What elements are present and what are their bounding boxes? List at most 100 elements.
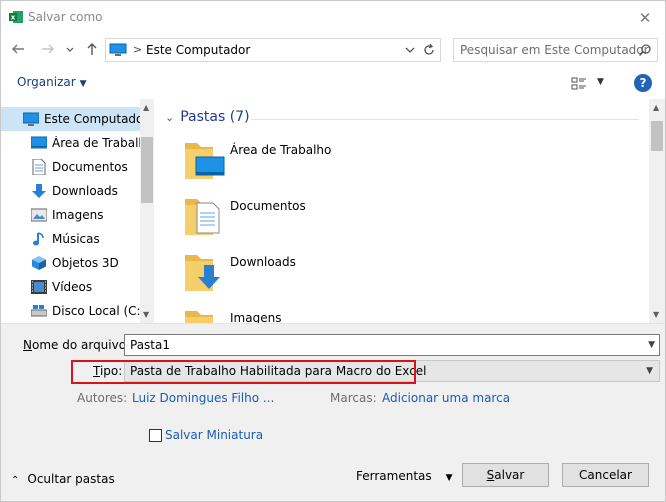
nav-item-label: Disco Local (C:) [52,304,146,318]
downloads-folder-icon [185,255,220,291]
images-folder-icon [185,311,213,323]
filename-value: Pasta1 [130,338,170,352]
organize-menu[interactable]: Organizar ▼ [17,75,87,89]
download-icon [32,184,46,198]
command-bar: Organizar ▼ ▼ ? [1,69,665,99]
nav-item-images[interactable]: Imagens [1,203,141,227]
nav-item-documents[interactable]: Documentos [1,155,141,179]
search-input[interactable]: Pesquisar em Este Computador [453,38,658,62]
nav-item-local-disk[interactable]: Disco Local (C:) [1,299,145,323]
filename-field[interactable]: Pasta1 ▼ [124,334,660,356]
nav-item-desktop[interactable]: Área de Trabalho [1,131,141,155]
excel-icon: x [9,11,23,23]
folder-item-downloads[interactable]: Downloads [183,251,483,301]
chevron-down-icon: ⌄ [165,111,175,124]
nav-item-3d-objects[interactable]: Objetos 3D [1,251,141,275]
refresh-icon[interactable] [421,42,437,58]
folder-item-desktop[interactable]: Área de Trabalho [183,139,483,189]
authors-label: Autores: [77,391,128,405]
close-button[interactable]: ✕ [633,7,657,29]
nav-item-music[interactable]: Músicas [1,227,141,251]
navigation-pane: Este Computador Área de Trabalho Documen… [1,99,154,323]
folder-label: Downloads [230,255,296,269]
save-thumbnail-checkbox[interactable] [149,429,162,442]
address-bar[interactable]: > Este Computador [105,38,441,62]
hide-folders-label: Ocultar pastas [27,472,115,486]
nav-item-label: Downloads [52,184,118,198]
file-list-pane: ⌄ Pastas (7) Área de Trabalho Documentos [155,99,649,323]
tags-value[interactable]: Adicionar uma marca [382,391,510,405]
nav-item-videos[interactable]: Vídeos [1,275,141,299]
nav-item-label: Documentos [52,160,128,174]
organize-label: Organizar [17,75,76,89]
view-caret-down-icon[interactable]: ▼ [597,77,604,87]
folder-label: Documentos [230,199,306,213]
highlight-box [71,360,416,384]
scroll-down-icon[interactable]: ▼ [143,310,149,319]
group-divider [251,119,639,120]
chevron-down-icon[interactable]: ▼ [646,366,653,376]
nav-item-label: Imagens [52,208,104,222]
music-icon [33,232,44,246]
save-button[interactable]: Salvar [462,463,549,487]
recent-dropdown-icon[interactable] [65,41,75,57]
nav-item-downloads[interactable]: Downloads [1,179,141,203]
nav-item-label: Vídeos [52,280,93,294]
folder-item-documents[interactable]: Documentos [183,195,483,245]
view-options-icon[interactable] [571,76,587,92]
caret-down-icon: ▼ [79,79,87,89]
scroll-down-icon[interactable]: ▼ [653,310,659,319]
cube-icon [32,256,46,270]
search-placeholder: Pesquisar em Este Computador [460,43,649,57]
breadcrumb-separator-icon: > [133,43,143,56]
tags-label: Marcas: [330,391,377,405]
scroll-up-icon[interactable]: ▲ [653,103,659,112]
nav-item-label: Músicas [52,232,100,246]
image-icon [31,208,47,222]
computer-icon [23,112,39,126]
back-arrow-icon[interactable] [10,41,26,57]
nav-item-this-pc[interactable]: Este Computador [1,107,148,131]
hide-folders-toggle[interactable]: ⌃ Ocultar pastas [11,472,115,486]
cancel-button[interactable]: Cancelar [562,463,649,487]
help-icon[interactable]: ? [634,74,652,92]
document-icon [32,159,46,175]
authors-value[interactable]: Luiz Domingues Filho ... [132,391,274,405]
chevron-down-icon[interactable] [404,44,416,56]
video-icon [31,280,47,294]
caret-down-icon: ▼ [445,473,453,483]
nav-item-label: Este Computador [44,112,149,126]
group-title: Pastas (7) [180,109,250,125]
scrollbar-thumb[interactable] [651,121,663,151]
file-list-scrollbar[interactable]: ▲ ▼ [649,99,665,323]
folder-item-images[interactable]: Imagens [183,307,483,323]
tools-menu[interactable]: Ferramentas ▼ [356,469,453,483]
scrollbar-thumb[interactable] [141,137,153,203]
title-bar: x Salvar como ✕ [1,1,665,33]
documents-folder-icon [185,199,220,235]
svg-text:x: x [11,14,16,22]
window-title: Salvar como [28,10,103,24]
folder-label: Imagens [230,311,282,323]
folder-label: Área de Trabalho [230,143,332,157]
chevron-up-icon: ⌃ [11,475,20,486]
nav-item-label: Área de Trabalho [52,136,141,150]
search-icon [638,44,651,57]
tools-label: Ferramentas [356,469,432,483]
breadcrumb-location[interactable]: Este Computador [146,43,250,57]
up-arrow-icon[interactable] [84,41,100,57]
disk-icon [31,305,47,317]
save-thumbnail-label[interactable]: Salvar Miniatura [165,428,263,442]
save-options-panel: Nome do arquivo: Pasta1 ▼ Tipo: Pasta de… [1,323,665,501]
desktop-folder-icon [185,143,225,179]
chevron-down-icon[interactable]: ▼ [648,340,655,350]
forward-arrow-icon[interactable] [40,41,56,57]
computer-icon [109,43,127,56]
filename-label: Nome do arquivo: [23,338,131,352]
group-header[interactable]: ⌄ Pastas (7) [165,109,250,125]
nav-item-label: Objetos 3D [52,256,119,270]
scroll-up-icon[interactable]: ▲ [143,103,149,112]
desktop-icon [31,136,47,149]
nav-pane-scrollbar[interactable]: ▲ ▼ [140,99,154,323]
close-icon: ✕ [638,9,652,27]
